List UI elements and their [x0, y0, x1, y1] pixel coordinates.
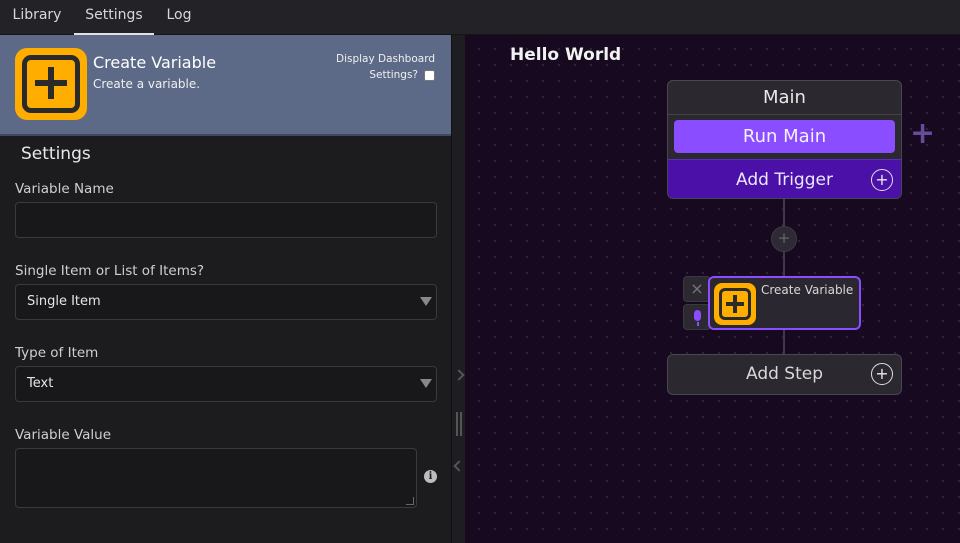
chevron-right-icon[interactable] — [453, 369, 465, 381]
list-type-select[interactable]: Single Item — [15, 284, 437, 320]
tab-library[interactable]: Library — [0, 0, 74, 35]
add-step-label: Add Step — [745, 364, 824, 384]
item-type-value: Text — [27, 376, 54, 391]
delete-step-icon[interactable]: × — [683, 276, 711, 302]
dashboard-settings-toggle: Display Dashboard Settings? — [315, 51, 435, 83]
settings-panel: Create Variable Create a variable. Displ… — [0, 35, 451, 543]
chevron-down-icon — [420, 379, 432, 388]
add-trigger-plus-icon[interactable]: + — [871, 169, 893, 191]
main-card-title: Main — [668, 81, 901, 115]
add-function-plus-icon[interactable]: + — [910, 119, 935, 149]
dashboard-label-line1: Display Dashboard — [335, 53, 435, 65]
workflow-title: Hello World — [510, 45, 622, 65]
chevron-left-icon[interactable] — [453, 460, 465, 472]
run-main-button[interactable]: Run Main — [674, 120, 895, 153]
microphone-icon[interactable] — [683, 304, 711, 330]
chevron-down-icon — [420, 297, 432, 306]
dashboard-settings-checkbox[interactable] — [424, 69, 435, 81]
variable-name-label: Variable Name — [15, 181, 114, 197]
panel-splitter[interactable] — [451, 35, 465, 543]
dashboard-label-line2: Settings? — [369, 69, 418, 81]
action-description: Create a variable. — [93, 77, 201, 91]
main-card: Main Run Main Add Trigger + — [667, 80, 902, 199]
tab-settings[interactable]: Settings — [74, 0, 154, 35]
plus-square-icon — [15, 48, 87, 120]
resize-handle-icon[interactable] — [406, 497, 414, 505]
insert-step-plus-icon[interactable]: + — [771, 226, 797, 252]
info-icon[interactable]: i — [424, 470, 437, 483]
list-type-label: Single Item or List of Items? — [15, 263, 205, 279]
connector-line — [783, 252, 785, 276]
connector-line — [783, 330, 785, 354]
variable-name-input[interactable] — [15, 202, 437, 238]
action-title: Create Variable — [93, 53, 217, 72]
step-label: Create Variable — [761, 283, 854, 297]
tab-log[interactable]: Log — [154, 0, 204, 35]
add-step-plus-icon[interactable]: + — [871, 363, 893, 385]
drag-handle-icon[interactable] — [456, 412, 462, 436]
step-tools: × — [683, 276, 711, 331]
action-header: Create Variable Create a variable. Displ… — [0, 35, 451, 136]
add-trigger-row[interactable]: Add Trigger + — [668, 159, 901, 198]
item-type-label: Type of Item — [15, 345, 99, 361]
add-trigger-label: Add Trigger — [736, 170, 833, 190]
variable-value-label: Variable Value — [15, 427, 112, 443]
plus-square-icon — [714, 283, 756, 325]
workflow-canvas[interactable]: Hello World Main Run Main Add Trigger + … — [465, 35, 960, 543]
settings-heading: Settings — [21, 144, 91, 164]
connector-line — [783, 199, 785, 226]
list-type-value: Single Item — [27, 294, 101, 309]
create-variable-step[interactable]: Create Variable — [708, 276, 861, 330]
add-step-button[interactable]: Add Step + — [667, 354, 902, 395]
variable-value-textarea[interactable] — [15, 448, 417, 508]
tab-bar: Library Settings Log — [0, 0, 960, 35]
item-type-select[interactable]: Text — [15, 366, 437, 402]
